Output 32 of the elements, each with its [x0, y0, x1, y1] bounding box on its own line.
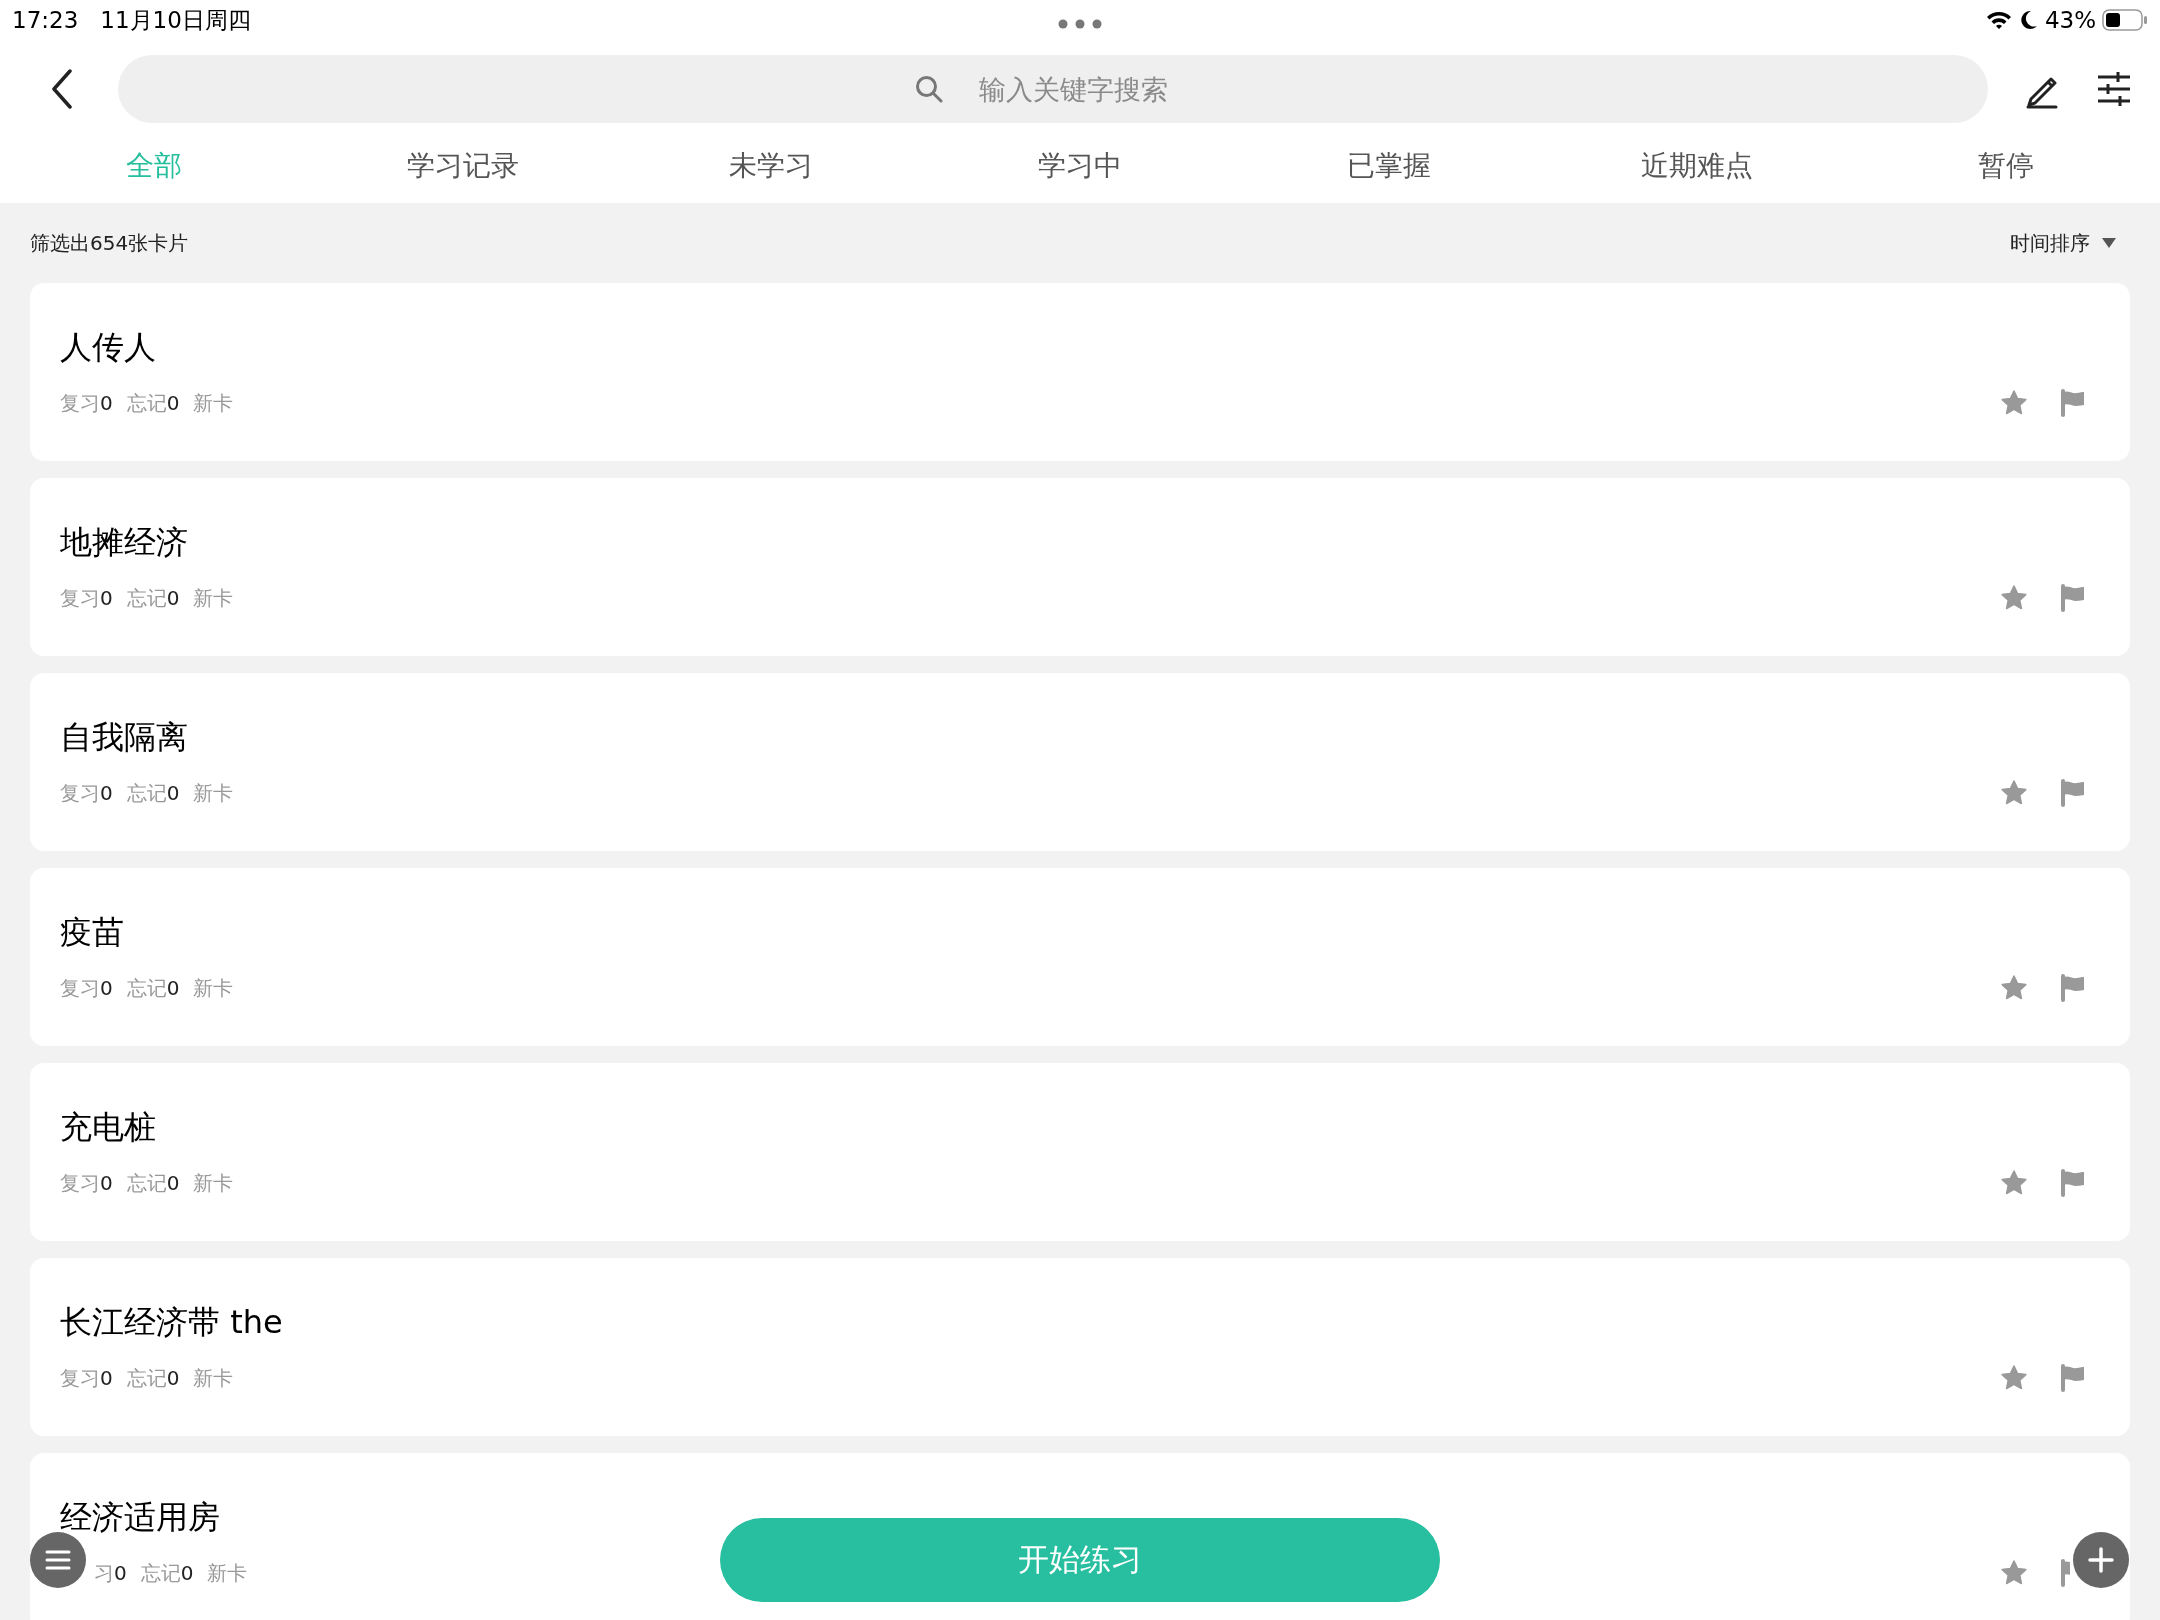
card-stat: 忘记0 [126, 584, 180, 612]
card-stat: 新卡 [193, 1169, 234, 1197]
card-stat: 新卡 [193, 584, 234, 612]
card-stat: 忘记0 [126, 1364, 180, 1392]
status-time: 17:23 [12, 7, 79, 33]
card-stat: 复习0 [60, 1169, 113, 1197]
card-stat: 新卡 [193, 389, 234, 417]
status-date: 11月10日周四 [100, 5, 251, 35]
card-stat: 习0 [94, 1559, 127, 1587]
card-title: 人传人 [60, 327, 157, 367]
card-title: 自我隔离 [60, 717, 189, 757]
card-stat: 忘记0 [140, 1559, 194, 1587]
card-stat: 新卡 [193, 1364, 234, 1392]
card-title: 经济适用房 [60, 1497, 221, 1537]
card-title: 地摊经济 [60, 522, 189, 562]
card-stat: 新卡 [193, 974, 234, 1002]
card-stat: 忘记0 [126, 779, 180, 807]
card-stat: 复习0 [60, 779, 113, 807]
card-stat: 新卡 [207, 1559, 248, 1587]
card-title: 疫苗 [60, 912, 125, 952]
card-stat: 忘记0 [126, 974, 180, 1002]
card-stat: 新卡 [193, 779, 234, 807]
card-stat: 复习0 [60, 1364, 113, 1392]
card-title: 充电桩 [60, 1107, 157, 1147]
card-stat: 忘记0 [126, 389, 180, 417]
battery-percent: 43% [2044, 7, 2096, 33]
filter-summary: 筛选出654张卡片 [30, 229, 189, 257]
card-stat: 复习0 [60, 584, 113, 612]
card-stat: 复习0 [60, 974, 113, 1002]
card-stat: 复习0 [60, 389, 113, 417]
card-stat: 忘记0 [126, 1169, 180, 1197]
card-title: 长江经济带 the [60, 1302, 284, 1342]
